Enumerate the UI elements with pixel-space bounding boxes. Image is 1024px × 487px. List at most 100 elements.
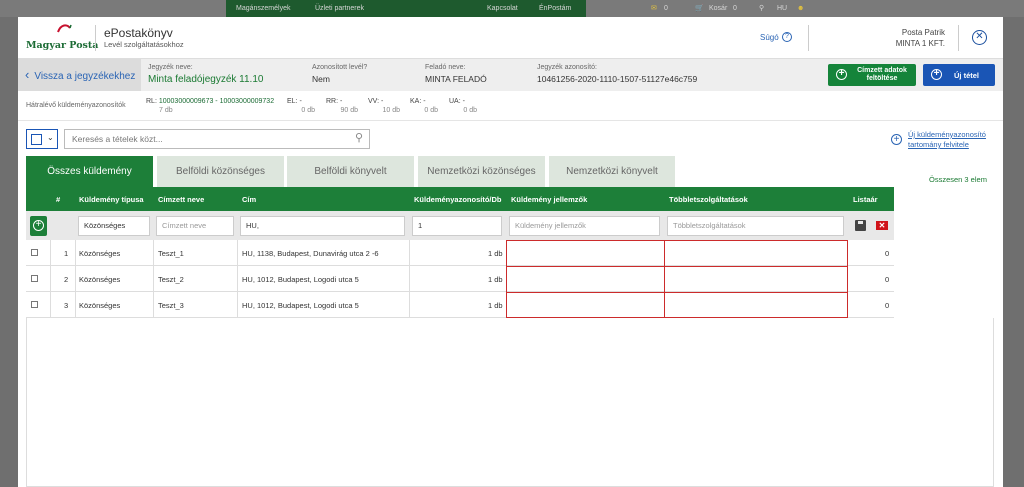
- tab-international-registered[interactable]: Nemzetközi könyvelt: [549, 156, 675, 187]
- row-num: 1: [64, 249, 69, 258]
- tab-domestic-ordinary[interactable]: Belföldi közönséges: [157, 156, 284, 187]
- nav-maganszemelyek[interactable]: Magánszemélyek: [236, 0, 290, 17]
- column-header-features[interactable]: Küldemény jellemzők: [511, 195, 587, 204]
- help-icon[interactable]: ?: [782, 32, 792, 42]
- filter-extras-input[interactable]: Többletszolgáltatások: [667, 216, 844, 236]
- user-info: Posta Patrik MINTA 1 KFT.: [896, 27, 945, 49]
- remaining-ids-summary: Hátralévő küldeményazonosítók RL: 100030…: [18, 91, 1003, 121]
- column-header-address[interactable]: Cím: [242, 195, 256, 204]
- grid-header: # Küldemény típusa Címzett neve Cím Küld…: [26, 187, 894, 211]
- select-all-checkbox[interactable]: [31, 134, 42, 145]
- row-count: 1 db: [488, 301, 503, 310]
- sender-name-value: MINTA FELADÓ: [425, 74, 487, 84]
- row-recipient: Teszt_2: [158, 275, 184, 284]
- plus-circle-icon: +: [33, 220, 44, 231]
- list-id: Jegyzék azonosító: 10461256-2020-1110-15…: [537, 64, 697, 84]
- delete-icon[interactable]: ✕: [876, 221, 888, 230]
- row-address: HU, 1138, Budapest, Dunavirág utca 2 -6: [242, 249, 379, 258]
- extras-invalid-cells[interactable]: [664, 240, 848, 318]
- post-horn-icon: [57, 24, 72, 33]
- close-icon[interactable]: ✕: [972, 30, 987, 45]
- row-num: 3: [64, 301, 69, 310]
- company-name: MINTA 1 KFT.: [895, 39, 945, 48]
- search-input[interactable]: Keresés a tételek közt... ⚲: [64, 129, 370, 149]
- row-count: 1 db: [488, 249, 503, 258]
- row-price: 0: [885, 249, 890, 258]
- el-count: 0 db: [301, 107, 315, 114]
- plus-circle-icon: +: [931, 69, 942, 80]
- tab-international-ordinary[interactable]: Nemzetközi közönséges: [418, 156, 545, 187]
- row-count: 1 db: [488, 275, 503, 284]
- filter-features-input[interactable]: Küldemény jellemzők: [509, 216, 660, 236]
- new-item-button[interactable]: + Új tétel: [923, 64, 995, 86]
- header-divider: [958, 25, 959, 51]
- help-link[interactable]: Súgó: [760, 33, 779, 42]
- list-id-value: 10461256-2020-1110-1507-51127e46c759: [537, 74, 698, 84]
- list-name: Jegyzék neve: Minta feladójegyzék 11.10: [148, 64, 263, 85]
- filter-recipient-input[interactable]: Címzett neve: [156, 216, 234, 236]
- rl-range-value: 10003000009673 - 10003000009732: [158, 98, 275, 105]
- save-icon[interactable]: [855, 220, 866, 231]
- vv-label: VV: -: [368, 98, 384, 105]
- nav-uzleti-partnerek[interactable]: Üzleti partnerek: [315, 0, 364, 17]
- filter-id-input[interactable]: 1: [412, 216, 502, 236]
- cart-count: 0: [733, 5, 737, 12]
- column-header-type[interactable]: Küldemény típusa: [79, 195, 144, 204]
- invalid-row-divider: [506, 292, 848, 293]
- el-range: EL: - 0 db: [287, 97, 315, 115]
- row-checkbox[interactable]: [31, 301, 38, 308]
- nav-enpostam[interactable]: ÉnPostám: [539, 0, 571, 17]
- filter-type-input[interactable]: Közönséges: [78, 216, 150, 236]
- magyar-posta-logo: Magyar Posta: [26, 22, 98, 54]
- epostakonyv-modal: Magyar Posta ePostakönyv Levél szolgálta…: [18, 17, 1003, 487]
- new-id-range-label[interactable]: Új küldeményazonosító tartomány felvitel…: [908, 130, 998, 150]
- app-subtitle: Levél szolgáltatásokhoz: [104, 40, 184, 49]
- list-name-value: Minta feladójegyzék 11.10: [148, 74, 264, 85]
- tab-domestic-registered[interactable]: Belföldi könyvelt: [287, 156, 414, 187]
- site-topbar: Magánszemélyek Üzleti partnerek Kapcsola…: [0, 0, 1024, 17]
- back-to-lists-button[interactable]: ‹ Vissza a jegyzékekhez: [18, 59, 141, 91]
- row-checkbox[interactable]: [31, 249, 38, 256]
- tab-all-shipments[interactable]: Összes küldemény: [26, 156, 153, 187]
- chevron-down-icon[interactable]: ⌄: [47, 133, 54, 142]
- row-address: HU, 1012, Budapest, Logodi utca 5: [242, 275, 359, 284]
- mail-icon[interactable]: ✉: [651, 0, 657, 17]
- plus-circle-icon[interactable]: +: [891, 134, 902, 145]
- upload-recipients-button[interactable]: + Címzett adatok feltöltése: [828, 64, 916, 86]
- select-all-dropdown[interactable]: ⌄: [26, 129, 58, 149]
- back-label: Vissza a jegyzékekhez: [34, 71, 136, 82]
- column-header-price[interactable]: Listaár: [853, 195, 878, 204]
- cart-icon[interactable]: 🛒: [695, 0, 704, 17]
- row-checkbox[interactable]: [31, 275, 38, 282]
- profile-icon[interactable]: ☻: [797, 0, 804, 17]
- rr-range: RR: - 90 db: [326, 97, 358, 115]
- cart-label[interactable]: Kosár: [709, 0, 727, 17]
- search-placeholder: Keresés a tételek közt...: [72, 134, 163, 144]
- language-select[interactable]: HU: [777, 0, 787, 17]
- rl-range: RL: 10003000009673 - 10003000009732 7 db: [146, 97, 274, 115]
- column-header-recipient[interactable]: Címzett neve: [158, 195, 204, 204]
- row-type: Közönséges: [79, 301, 121, 310]
- ua-count: 0 db: [463, 107, 477, 114]
- add-row-button[interactable]: +: [30, 216, 47, 236]
- list-name-label: Jegyzék neve:: [148, 64, 193, 71]
- features-invalid-cells[interactable]: [506, 240, 665, 318]
- search-icon[interactable]: ⚲: [355, 129, 363, 147]
- search-icon[interactable]: ⚲: [759, 0, 764, 17]
- header-divider: [95, 25, 96, 51]
- rr-count: 90 db: [340, 107, 358, 114]
- row-price: 0: [885, 275, 890, 284]
- column-divider: [153, 240, 154, 318]
- identified-letter-value: Nem: [312, 74, 330, 84]
- row-type: Közönséges: [79, 249, 121, 258]
- identified-letter: Azonosított levél? Nem: [312, 64, 367, 84]
- ka-label: KA: -: [410, 98, 426, 105]
- column-header-extras[interactable]: Többletszolgáltatások: [669, 195, 748, 204]
- nav-kapcsolat[interactable]: Kapcsolat: [487, 0, 518, 17]
- column-header-id[interactable]: Küldeményazonosító/Db: [414, 195, 502, 204]
- user-name: Posta Patrik: [901, 28, 945, 37]
- vv-range: VV: - 10 db: [368, 97, 400, 115]
- logo-text: Magyar Posta: [26, 40, 99, 51]
- app-title: ePostakönyv: [104, 26, 173, 40]
- filter-address-input[interactable]: HU,: [240, 216, 405, 236]
